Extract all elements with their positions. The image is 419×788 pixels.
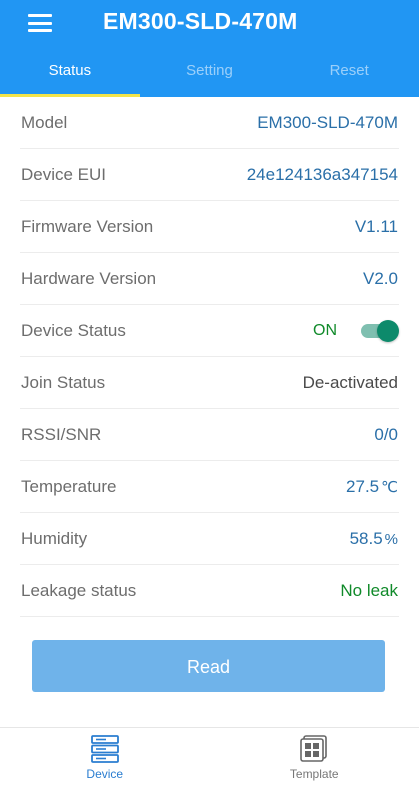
bottom-nav: Device Template <box>0 727 419 788</box>
humidity-value: 58.5 <box>350 529 383 548</box>
tab-reset[interactable]: Reset <box>279 56 419 97</box>
nav-device-label: Device <box>86 767 123 781</box>
model-value: EM300-SLD-470M <box>257 113 399 133</box>
device-eui-row: Device EUI 24e124136a347154 <box>20 149 399 201</box>
temperature-reading: 27.5℃ <box>346 477 399 497</box>
model-label: Model <box>21 113 67 133</box>
server-rack-icon <box>90 735 120 763</box>
read-button[interactable]: Read <box>32 640 385 692</box>
tab-bar: Status Setting Reset <box>0 56 419 97</box>
temperature-value: 27.5 <box>346 477 379 496</box>
tab-setting[interactable]: Setting <box>140 56 280 97</box>
status-list: Model EM300-SLD-470M Device EUI 24e12413… <box>0 97 419 617</box>
join-status-label: Join Status <box>21 373 105 393</box>
hamburger-icon[interactable] <box>28 14 52 32</box>
nav-device[interactable]: Device <box>0 728 210 788</box>
humidity-reading: 58.5% <box>350 529 399 549</box>
rssi-snr-row: RSSI/SNR 0/0 <box>20 409 399 461</box>
app-header: EM300-SLD-470M Status Setting Reset <box>0 0 419 97</box>
hardware-version-value: V2.0 <box>363 269 399 289</box>
nav-template-label: Template <box>290 767 339 781</box>
nav-template[interactable]: Template <box>210 728 419 788</box>
template-grid-icon <box>299 735 329 763</box>
tab-status[interactable]: Status <box>0 56 140 97</box>
rssi-snr-value: 0/0 <box>374 425 399 445</box>
device-eui-value: 24e124136a347154 <box>247 165 399 185</box>
temperature-unit: ℃ <box>381 479 398 496</box>
humidity-row: Humidity 58.5% <box>20 513 399 565</box>
device-eui-label: Device EUI <box>21 165 106 185</box>
device-status-label: Device Status <box>21 321 126 341</box>
toggle-thumb <box>377 320 399 342</box>
join-status-row: Join Status De-activated <box>20 357 399 409</box>
device-status-row: Device Status ON <box>20 305 399 357</box>
device-status-toggle[interactable] <box>361 324 397 338</box>
device-status-value: ON <box>313 322 337 340</box>
device-status-control: ON <box>313 322 399 340</box>
firmware-version-row: Firmware Version V1.11 <box>20 201 399 253</box>
hardware-version-label: Hardware Version <box>21 269 156 289</box>
temperature-label: Temperature <box>21 477 116 497</box>
page-title: EM300-SLD-470M <box>103 8 298 35</box>
humidity-label: Humidity <box>21 529 87 549</box>
firmware-version-value: V1.11 <box>355 217 399 237</box>
leakage-status-value: No leak <box>340 581 399 601</box>
temperature-row: Temperature 27.5℃ <box>20 461 399 513</box>
join-status-value: De-activated <box>303 373 399 393</box>
hardware-version-row: Hardware Version V2.0 <box>20 253 399 305</box>
firmware-version-label: Firmware Version <box>21 217 153 237</box>
humidity-unit: % <box>385 531 398 548</box>
model-row: Model EM300-SLD-470M <box>20 97 399 149</box>
rssi-snr-label: RSSI/SNR <box>21 425 101 445</box>
leakage-status-label: Leakage status <box>21 581 136 601</box>
leakage-status-row: Leakage status No leak <box>20 565 399 617</box>
